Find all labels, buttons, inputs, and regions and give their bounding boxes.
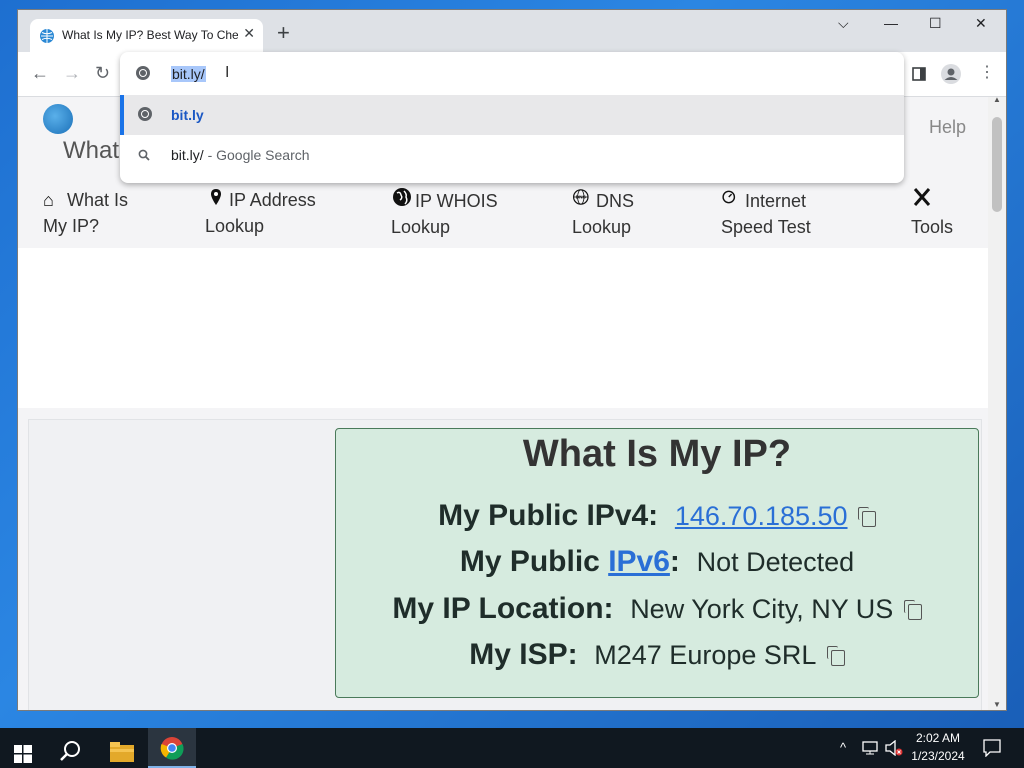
- ipv6-value: Not Detected: [696, 547, 855, 577]
- nav-ip-address-lookup[interactable]: IP Address Lookup: [205, 187, 316, 239]
- suggestion-text: bit.ly/ - Google Search: [171, 147, 310, 163]
- menu-kebab-icon[interactable]: ⋮: [979, 64, 995, 82]
- search-icon[interactable]: [60, 737, 82, 765]
- page-scrollbar[interactable]: ▲ ▼: [988, 95, 1006, 710]
- ad-space: [18, 248, 988, 408]
- ipv4-row: My Public IPv4: 146.70.185.50: [336, 499, 978, 533]
- address-bar[interactable]: bit.ly/ I: [120, 52, 904, 94]
- windows-start-icon[interactable]: [14, 740, 32, 768]
- ipv6-link[interactable]: IPv6: [608, 545, 670, 578]
- nav-ip-whois-lookup[interactable]: IP WHOIS Lookup: [391, 187, 498, 240]
- copy-icon[interactable]: [857, 507, 876, 527]
- suggestion-item[interactable]: bit.ly: [120, 95, 904, 135]
- close-window-button[interactable]: ✕: [975, 15, 987, 32]
- network-icon[interactable]: [862, 741, 878, 755]
- ipv4-link[interactable]: 146.70.185.50: [675, 501, 848, 531]
- clock-time[interactable]: 2:02 AM: [908, 731, 968, 745]
- new-tab-button[interactable]: +: [277, 22, 290, 44]
- home-icon: ⌂: [43, 190, 54, 210]
- globe-icon: [136, 66, 150, 83]
- show-hidden-icons-icon[interactable]: ^: [840, 740, 846, 755]
- site-title[interactable]: WhatI: [63, 137, 126, 165]
- nav-internet-speed-test[interactable]: Internet Speed Test: [721, 187, 811, 240]
- scroll-up-icon[interactable]: ▲: [993, 95, 1001, 104]
- location-value: New York City, NY US: [630, 594, 894, 624]
- text-cursor-icon: I: [225, 64, 230, 81]
- ip-info-box: What Is My IP? My Public IPv4: 146.70.18…: [335, 428, 979, 698]
- nav-dns-lookup[interactable]: DNS DNS Lookup: [572, 187, 634, 240]
- address-input[interactable]: bit.ly/: [171, 66, 206, 82]
- notifications-icon[interactable]: [983, 739, 1001, 757]
- suggestion-item[interactable]: bit.ly/ - Google Search: [120, 135, 904, 175]
- browser-tab[interactable]: What Is My IP? Best Way To Check ✕: [30, 19, 263, 52]
- copy-icon[interactable]: [826, 646, 845, 666]
- globe-icon: [138, 107, 152, 124]
- copy-icon[interactable]: [903, 600, 922, 620]
- chrome-icon: [160, 737, 184, 760]
- scroll-down-icon[interactable]: ▼: [993, 700, 1001, 709]
- omnibox-dropdown: bit.ly/ I bit.ly bit.ly/ - Google Search: [120, 52, 904, 183]
- svg-text:DNS: DNS: [576, 195, 587, 201]
- ipv6-row: My Public IPv6: Not Detected: [459, 545, 855, 578]
- minimize-button[interactable]: —: [884, 15, 898, 31]
- clock-date[interactable]: 1/23/2024: [908, 749, 968, 763]
- location-row: My IP Location: New York City, NY US: [336, 592, 978, 626]
- scrollbar-thumb[interactable]: [992, 117, 1002, 212]
- nav-what-is-my-ip[interactable]: ⌂ What Is My IP?: [43, 187, 128, 239]
- browser-window: What Is My IP? Best Way To Check ✕ + ⌵ —…: [18, 10, 1006, 710]
- forward-button[interactable]: →: [63, 64, 81, 82]
- web-page: WhatI Help ⌂ What Is My IP? IP Address Lo…: [18, 97, 988, 710]
- ip-info-heading: What Is My IP?: [522, 433, 792, 475]
- title-bar: What Is My IP? Best Way To Check ✕ + ⌵ —…: [18, 10, 1006, 52]
- site-favicon-icon: [40, 29, 54, 43]
- isp-row: My ISP: M247 Europe SRL: [336, 638, 978, 672]
- chrome-taskbar-item[interactable]: [148, 728, 196, 768]
- speedometer-icon: [722, 190, 736, 204]
- tools-icon: [913, 188, 931, 206]
- profile-avatar-icon[interactable]: [941, 64, 961, 84]
- globe-icon: [393, 188, 411, 206]
- maximize-button[interactable]: ☐: [929, 15, 942, 32]
- volume-muted-icon[interactable]: [885, 740, 903, 756]
- reload-button[interactable]: ↻: [95, 64, 110, 82]
- file-explorer-icon[interactable]: [110, 738, 134, 766]
- suggestion-text: bit.ly: [171, 107, 204, 123]
- dns-icon: DNS: [573, 189, 589, 205]
- map-pin-icon: [211, 189, 221, 205]
- side-panel-icon[interactable]: [912, 67, 926, 81]
- help-link[interactable]: Help: [929, 117, 966, 138]
- nav-tools[interactable]: Tools: [911, 187, 953, 240]
- tab-close-icon[interactable]: ✕: [243, 25, 255, 42]
- tab-search-button[interactable]: ⌵: [838, 15, 849, 32]
- isp-value: M247 Europe SRL: [594, 640, 817, 670]
- back-button[interactable]: ←: [31, 64, 49, 82]
- site-logo-icon[interactable]: [43, 104, 73, 134]
- tab-title: What Is My IP? Best Way To Check: [62, 28, 238, 42]
- search-icon: [138, 149, 150, 161]
- taskbar: ^ 2:02 AM 1/23/2024: [0, 728, 1024, 768]
